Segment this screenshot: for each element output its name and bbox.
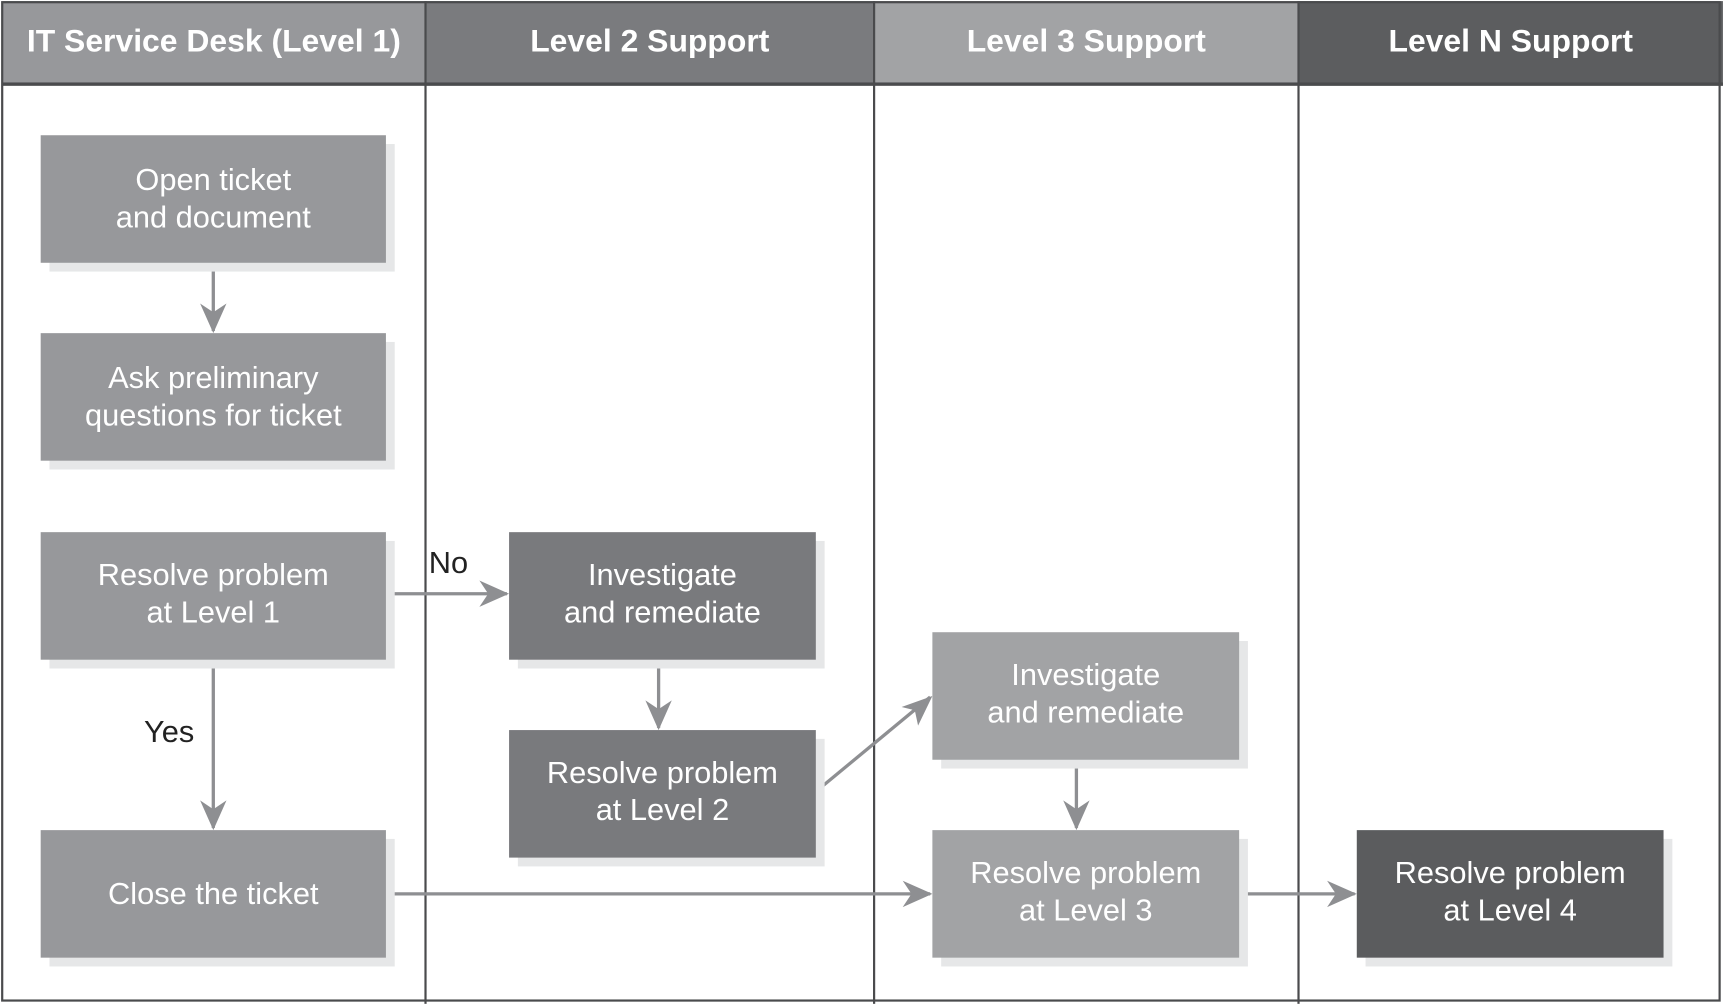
arrowhead-icon [901, 695, 933, 726]
node-resolve-level-3: Resolve problem at Level 3 [932, 830, 1240, 958]
edge-label-yes: Yes [144, 714, 195, 749]
edge-label-no: No [428, 545, 469, 580]
node-resolve-level-2: Resolve problem at Level 2 [509, 730, 816, 858]
swimlane-diagram: IT Service Desk (Level 1) Level 2 Suppor… [0, 0, 1724, 1005]
arrow-resolve-l2-to-investigate-l3 [814, 695, 932, 793]
node-resolve-level-4: Resolve problem at Level 4 [1356, 830, 1664, 958]
node-close-ticket: Close the ticket [40, 830, 386, 958]
node-open-ticket: Open ticket and document [40, 135, 386, 263]
node-investigate-level-3: Investigate and remediate [932, 632, 1240, 760]
node-resolve-level-1: Resolve problem at Level 1 [40, 532, 386, 660]
node-investigate-level-2: Investigate and remediate [509, 532, 816, 660]
node-ask-questions: Ask preliminary questions for ticket [40, 333, 386, 461]
